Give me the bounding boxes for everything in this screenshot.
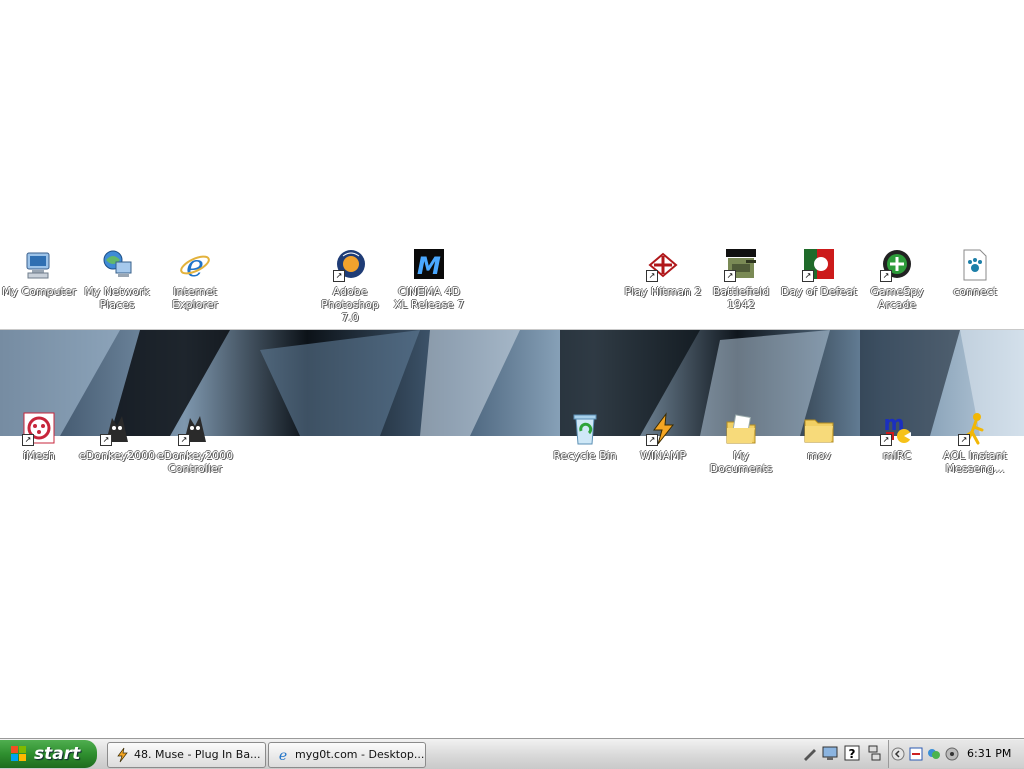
desktop-icon-label: My Network Places	[84, 285, 150, 311]
desktop-icon-label: mov	[807, 449, 831, 462]
tray-app-icon[interactable]	[909, 746, 923, 761]
desktop-icon-label: iMesh	[22, 449, 56, 462]
winamp-icon	[114, 747, 130, 763]
desktop: My Computer My Network Places e Internet…	[0, 0, 1024, 740]
desktop-icon-label: My Documents	[709, 449, 773, 475]
shortcut-arrow-icon: ↗	[178, 434, 190, 446]
windows-logo-icon	[11, 746, 27, 762]
shortcut-arrow-icon: ↗	[333, 270, 345, 282]
start-button[interactable]: start	[0, 740, 97, 768]
pen-icon[interactable]	[802, 745, 818, 761]
network-connections-icon[interactable]	[866, 745, 882, 761]
aim-icon: ↗	[958, 412, 992, 446]
desktop-icon-label: Day of Defeat	[780, 285, 858, 298]
taskbar-button-winamp[interactable]: 48. Muse - Plug In Ba...	[107, 742, 266, 768]
desktop-icon-edonkey2000-controller[interactable]: ↗ eDonkey2000 Controller	[156, 412, 234, 475]
desktop-icon-my-network-places[interactable]: My Network Places	[78, 248, 156, 311]
imesh-icon: ↗	[22, 412, 56, 446]
hitman-icon: ↗	[646, 248, 680, 282]
shortcut-arrow-icon: ↗	[646, 434, 658, 446]
battlefield-icon: ↗	[724, 248, 758, 282]
desktop-icon-aol-instant-messenger[interactable]: ↗ AOL Instant Messeng...	[936, 412, 1014, 475]
svg-text:e: e	[186, 249, 204, 282]
start-label: start	[34, 744, 81, 764]
taskbar-button-label: myg0t.com - Desktop...	[295, 748, 425, 761]
shortcut-arrow-icon: ↗	[724, 270, 736, 282]
desktop-icon-label: WINAMP	[640, 449, 686, 462]
system-tray: 6:31 PM	[888, 740, 1024, 768]
desktop-icon-label: My Computer	[1, 285, 77, 298]
desktop-icon-adobe-photoshop[interactable]: ↗ Adobe Photoshop 7.0	[311, 248, 389, 324]
desktop-icon-gamespy-arcade[interactable]: ↗ GameSpy Arcade	[858, 248, 936, 311]
desktop-icon-connect[interactable]: connect	[936, 248, 1014, 298]
desktop-icon-edonkey2000[interactable]: ↗ eDonkey2000	[78, 412, 156, 462]
shortcut-arrow-icon: ↗	[22, 434, 34, 446]
shortcut-arrow-icon: ↗	[646, 270, 658, 282]
mirc-icon: m ↗	[880, 411, 914, 446]
cinema4d-icon: M	[412, 248, 446, 282]
desktop-icon-label: Adobe Photoshop 7.0	[321, 285, 379, 324]
desktop-icon-mirc[interactable]: m ↗ mIRC	[858, 411, 936, 462]
taskbar-button-browser[interactable]: e myg0t.com - Desktop...	[268, 742, 426, 768]
taskbar-button-label: 48. Muse - Plug In Ba...	[134, 748, 261, 761]
shortcut-arrow-icon: ↗	[100, 434, 112, 446]
shortcut-arrow-icon: ↗	[880, 270, 892, 282]
desktop-icon-label: eDonkey2000	[78, 449, 156, 462]
help-icon[interactable]: ?	[844, 745, 860, 761]
desktop-icon-my-documents[interactable]: My Documents	[702, 412, 780, 475]
taskbar: start 48. Muse - Plug In Ba... e myg0t.c…	[0, 738, 1024, 769]
photoshop-icon: ↗	[333, 248, 367, 282]
desktop-icon-mov[interactable]: mov	[780, 412, 858, 462]
svg-text:e: e	[279, 748, 287, 763]
desktop-icon-label: Play Hitman 2	[624, 285, 702, 298]
recycle-bin-icon	[568, 412, 602, 446]
desktop-icon-label: Recycle Bin	[553, 449, 617, 462]
edonkey-controller-icon: ↗	[178, 412, 212, 446]
winamp-icon: ↗	[646, 412, 680, 446]
desktop-icon-label: mIRC	[882, 449, 912, 462]
tray-messenger-icon[interactable]	[927, 746, 941, 760]
shortcut-arrow-icon: ↗	[802, 270, 814, 282]
quick-launch-toolbar: ?	[802, 744, 887, 764]
desktop-icon-label: connect	[953, 285, 997, 298]
desktop-icon-my-computer[interactable]: My Computer	[0, 248, 78, 298]
desktop-icon-label: AOL Instant Messeng...	[943, 449, 1007, 475]
desktop-icon-label: Battlefield 1942	[712, 285, 770, 311]
desktop-icon-battlefield-1942[interactable]: ↗ Battlefield 1942	[702, 248, 780, 311]
desktop-icon-winamp[interactable]: ↗ WINAMP	[624, 412, 702, 462]
my-documents-icon	[724, 412, 758, 446]
desktop-icon-day-of-defeat[interactable]: ↗ Day of Defeat	[780, 248, 858, 298]
tray-speaker-icon[interactable]	[945, 746, 959, 761]
network-icon	[100, 248, 134, 282]
edonkey-icon: ↗	[100, 412, 134, 446]
desktop-icon-label: eDonkey2000 Controller	[156, 449, 234, 475]
svg-text:?: ?	[849, 747, 856, 761]
tray-expand-icon[interactable]	[891, 746, 905, 761]
gamespy-icon: ↗	[880, 248, 914, 282]
computer-icon	[22, 248, 56, 282]
desktop-icon-label: Internet Explorer	[172, 285, 218, 311]
clock[interactable]: 6:31 PM	[967, 740, 1011, 768]
folder-icon	[802, 412, 836, 446]
document-paw-icon	[958, 248, 992, 282]
desktop-icon-recycle-bin[interactable]: Recycle Bin	[546, 412, 624, 462]
desktop-icon-label: CINEMA 4D XL Release 7	[393, 285, 465, 311]
display-icon[interactable]	[822, 745, 838, 761]
desktop-icon-imesh[interactable]: ↗ iMesh	[0, 412, 78, 462]
desktop-icon-play-hitman-2[interactable]: ↗ Play Hitman 2	[624, 248, 702, 298]
desktop-icon-cinema-4d[interactable]: M CINEMA 4D XL Release 7	[390, 248, 468, 311]
shortcut-arrow-icon: ↗	[880, 434, 892, 446]
desktop-icon-internet-explorer[interactable]: e Internet Explorer	[156, 248, 234, 311]
shortcut-arrow-icon: ↗	[958, 434, 970, 446]
ie-icon: e	[178, 248, 212, 284]
desktop-icon-label: GameSpy Arcade	[870, 285, 924, 311]
svg-text:M: M	[417, 252, 441, 280]
ie-icon: e	[275, 747, 291, 764]
dod-icon: ↗	[802, 248, 836, 282]
